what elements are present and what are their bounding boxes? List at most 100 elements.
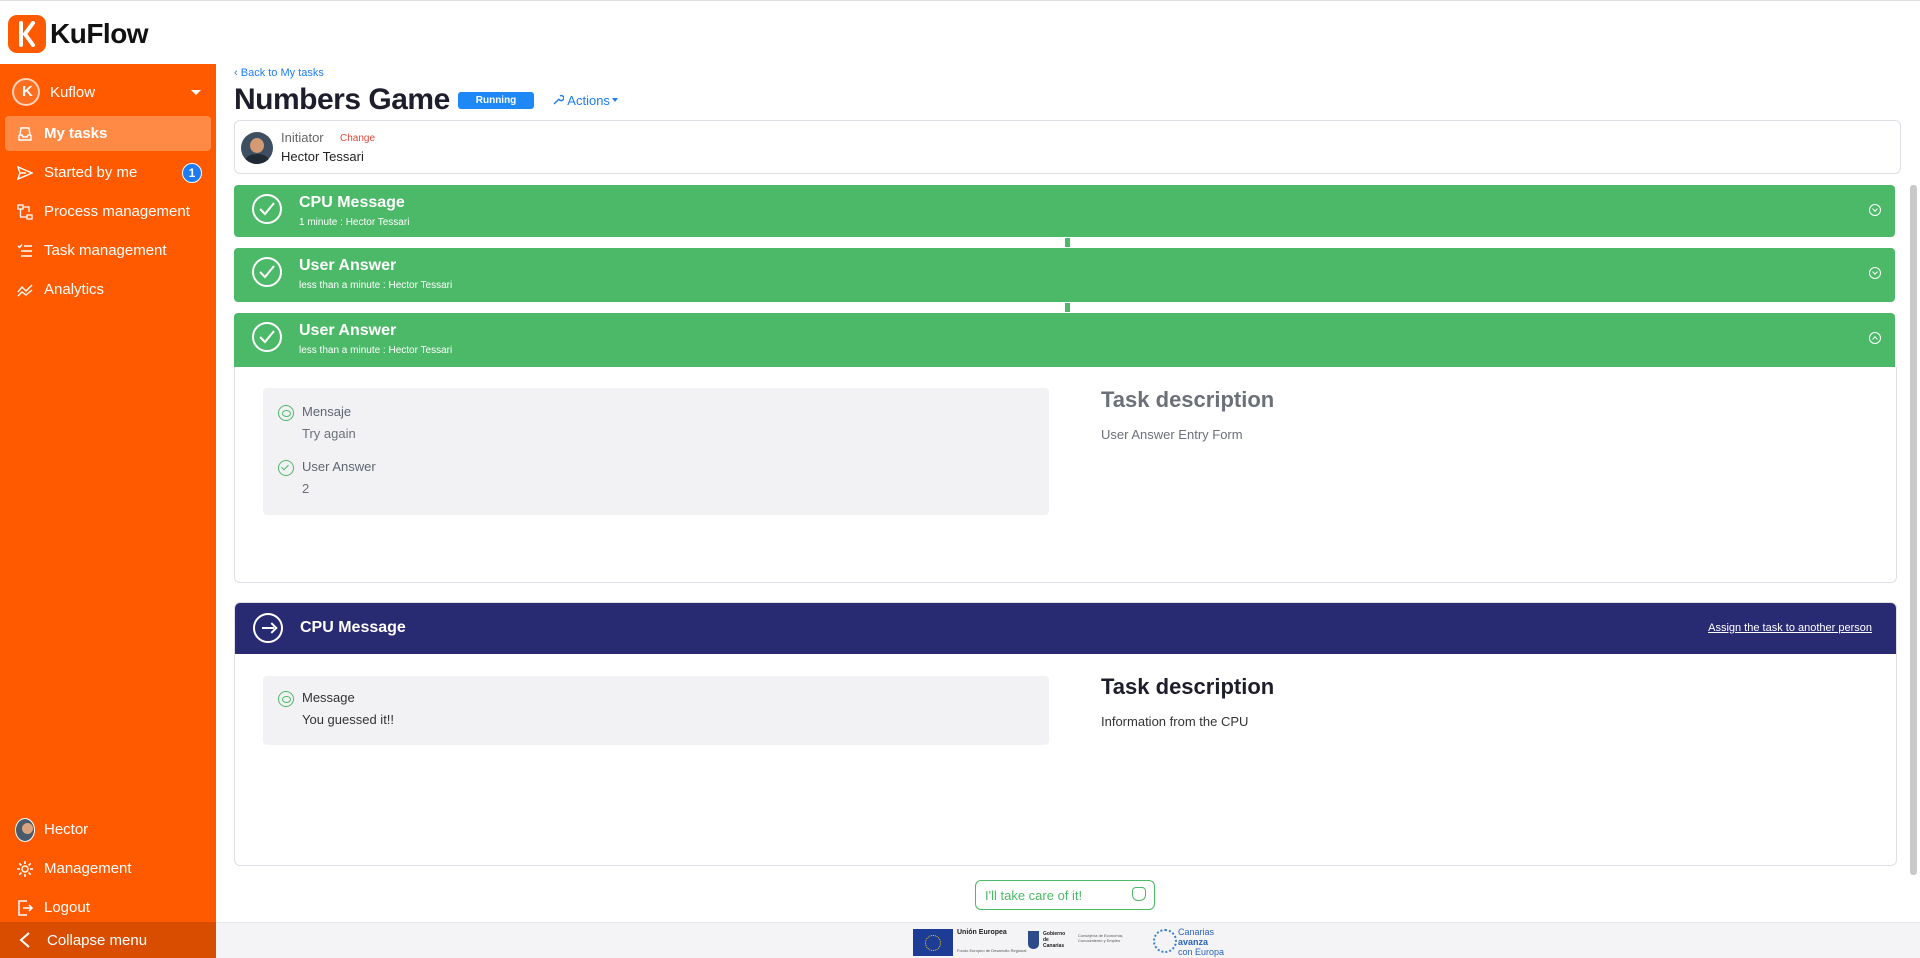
current-task-header: CPU Message Assign the task to another p… (235, 603, 1896, 654)
sidebar-item-process-management[interactable]: Process management (5, 194, 211, 229)
sidebar-item-management[interactable]: Management (5, 851, 211, 886)
org-label: Kuflow (50, 83, 96, 101)
initiator-card: Initiator Change Hector Tessari (234, 120, 1901, 174)
sidebar-item-started-by-me[interactable]: Started by me 1 (5, 155, 211, 190)
check-icon (252, 194, 282, 224)
footer: Unión Europea Fondo Europeo de Desarroll… (216, 922, 1920, 958)
collapse-label: Collapse menu (47, 931, 148, 949)
sidebar-item-task-management[interactable]: Task management (5, 233, 211, 268)
task-subtitle: 1 minute : Hector Tessari (299, 217, 410, 228)
sidebar-item-label: Task management (44, 242, 167, 259)
hand-icon (1132, 887, 1146, 901)
task-row[interactable]: CPU Message 1 minute : Hector Tessari (234, 185, 1895, 237)
canarias-label: Canarias avanza con Europa (1178, 927, 1225, 957)
task-subtitle: less than a minute : Hector Tessari (299, 345, 453, 356)
sidebar: K Kuflow My tasks Started by me 1 Proces… (0, 64, 216, 958)
sidebar-item-label: My tasks (44, 125, 108, 142)
form-values: Mensaje Try again User Answer 2 (263, 388, 1049, 515)
sidebar-nav: My tasks Started by me 1 Process managem… (5, 116, 211, 311)
task-row[interactable]: User Answer less than a minute : Hector … (234, 313, 1895, 367)
title-row: Numbers Game Running Actions (234, 83, 618, 117)
collapse-menu-button[interactable]: Collapse menu (0, 922, 216, 958)
chevron-down-icon[interactable] (1869, 267, 1881, 279)
actions-dropdown[interactable]: Actions (552, 93, 618, 108)
main-content: ‹ Back to My tasks Numbers Game Running … (216, 64, 1920, 922)
logout-button[interactable]: Logout (5, 890, 211, 925)
task-description-title: Task description (1101, 387, 1275, 412)
chevron-down-icon[interactable] (1869, 204, 1881, 216)
field-label: Mensaje (302, 404, 352, 419)
initiator-name: Hector Tessari (281, 149, 364, 164)
task-title: User Answer (299, 257, 397, 274)
sidebar-item-label: Analytics (44, 281, 105, 298)
eu-sublabel: Fondo Europeo de Desarrollo Regional (957, 948, 1027, 953)
canarias-logo-icon (1153, 929, 1177, 953)
check-icon (252, 322, 282, 352)
wrench-icon (553, 94, 565, 105)
assign-task-link[interactable]: Assign the task to another person (1708, 622, 1872, 634)
app-logo[interactable]: KuFlow (8, 15, 149, 53)
scrollbar[interactable] (1910, 185, 1917, 875)
avatar (241, 132, 273, 164)
change-initiator-link[interactable]: Change (340, 133, 375, 144)
sidebar-item-label: Management (44, 860, 132, 877)
gobierno-label: Gobierno de Canarias (1043, 931, 1066, 949)
eu-label: Unión Europea (957, 929, 1007, 936)
org-selector[interactable]: K Kuflow (12, 77, 207, 107)
field-value: 2 (302, 481, 310, 496)
check-circle-icon (278, 460, 294, 476)
count-badge: 1 (182, 163, 202, 183)
gobierno-sublabel: Consejería de Economía, Conocimiento y E… (1078, 933, 1124, 943)
task-row[interactable]: User Answer less than a minute : Hector … (234, 248, 1895, 302)
task-description-text: Information from the CPU (1101, 714, 1249, 729)
task-description-text: User Answer Entry Form (1101, 427, 1243, 442)
current-task-card: CPU Message Assign the task to another p… (234, 602, 1897, 866)
user-name: Hector (44, 821, 89, 838)
page-title: Numbers Game (234, 83, 450, 116)
check-icon (252, 257, 282, 287)
kuflow-logo-icon (8, 15, 46, 53)
sidebar-item-analytics[interactable]: Analytics (5, 272, 211, 307)
connector (1065, 303, 1070, 312)
task-title: CPU Message (299, 194, 405, 211)
analytics-icon (15, 280, 35, 300)
eye-icon (278, 405, 294, 421)
field-label: User Answer (302, 459, 376, 474)
send-icon (15, 163, 35, 183)
sidebar-item-label: Logout (44, 899, 90, 916)
avatar (15, 817, 35, 842)
caret-down-icon (611, 98, 618, 102)
task-subtitle: less than a minute : Hector Tessari (299, 280, 453, 291)
sidebar-item-label: Started by me (44, 164, 138, 181)
app-name: KuFlow (50, 18, 149, 49)
field-label: Message (302, 690, 355, 705)
user-menu[interactable]: Hector (5, 812, 211, 847)
task-title: User Answer (299, 322, 397, 339)
eu-flag-icon (913, 929, 953, 956)
eye-icon (278, 691, 294, 707)
take-care-button[interactable]: I'll take care of it! (975, 880, 1155, 910)
shield-icon (1028, 931, 1039, 949)
task-list-icon (15, 241, 35, 261)
task-title: CPU Message (300, 619, 406, 636)
task-header[interactable]: User Answer less than a minute : Hector … (234, 313, 1895, 367)
form-values: Message You guessed it!! (263, 676, 1049, 745)
back-link[interactable]: ‹ Back to My tasks (234, 67, 324, 79)
inbox-icon (15, 124, 35, 144)
field-value: You guessed it!! (302, 712, 395, 727)
caret-down-icon (191, 90, 201, 95)
org-avatar: K (12, 78, 40, 106)
chevron-left-icon (15, 930, 35, 950)
sidebar-item-my-tasks[interactable]: My tasks (5, 116, 211, 151)
task-header[interactable]: CPU Message 1 minute : Hector Tessari (234, 185, 1895, 237)
top-bar: KuFlow (0, 0, 1920, 64)
field-value: Try again (302, 426, 356, 441)
task-header[interactable]: User Answer less than a minute : Hector … (234, 248, 1895, 302)
arrow-right-icon (253, 613, 283, 643)
logout-icon (15, 898, 35, 918)
sidebar-bottom: Hector Management Logout (5, 812, 211, 929)
connector (1065, 238, 1070, 247)
chevron-up-icon[interactable] (1869, 332, 1881, 344)
task-description-title: Task description (1101, 674, 1275, 699)
sidebar-item-label: Process management (44, 203, 190, 220)
